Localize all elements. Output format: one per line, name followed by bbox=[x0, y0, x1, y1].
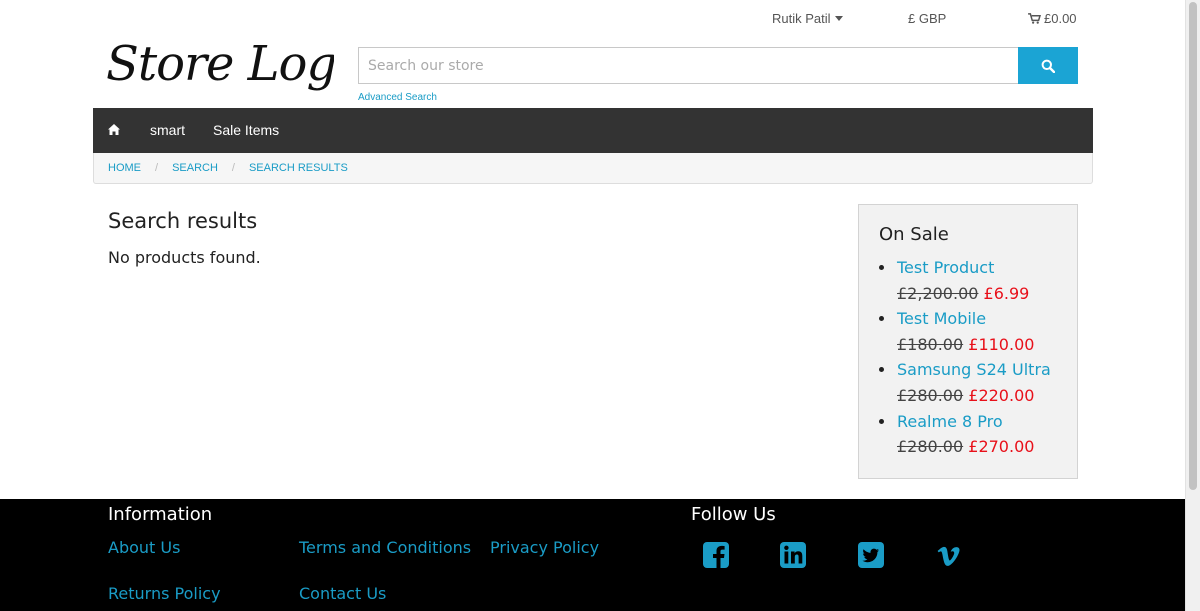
sale-price: £270.00 bbox=[968, 437, 1035, 457]
store-logo-text: Store Logo bbox=[106, 36, 334, 92]
home-icon bbox=[108, 124, 120, 135]
footer-follow-heading: Follow Us bbox=[691, 504, 776, 525]
footer: Information About Us Terms and Condition… bbox=[0, 499, 1185, 611]
cart-total: £0.00 bbox=[1044, 11, 1077, 26]
sale-price: £6.99 bbox=[983, 283, 1030, 303]
footer-link-returns[interactable]: Returns Policy bbox=[108, 584, 221, 603]
sale-product: Test Product £2,200.00 £6.99 bbox=[879, 255, 1074, 306]
on-sale-title: On Sale bbox=[879, 224, 949, 245]
search-button[interactable] bbox=[1018, 47, 1078, 84]
linkedin-link[interactable] bbox=[779, 541, 807, 569]
product-link[interactable]: Samsung S24 Ultra bbox=[897, 357, 1074, 383]
old-price: £180.00 bbox=[897, 334, 964, 354]
user-name: Rutik Patil bbox=[772, 11, 831, 26]
nav-item-sale-items[interactable]: Sale Items bbox=[213, 122, 279, 138]
page: Store Logo Rutik Patil £ GBP £0.00 Advan… bbox=[0, 0, 1185, 611]
currency-label: £ GBP bbox=[908, 11, 947, 26]
currency-selector[interactable]: £ GBP bbox=[908, 11, 946, 26]
sale-product: Samsung S24 Ultra £280.00 £220.00 bbox=[879, 357, 1074, 408]
old-price: £2,200.00 bbox=[897, 283, 979, 303]
cart-link[interactable]: £0.00 bbox=[1028, 11, 1077, 26]
sale-price: £110.00 bbox=[968, 334, 1035, 354]
old-price: £280.00 bbox=[897, 437, 964, 457]
old-price: £280.00 bbox=[897, 385, 964, 405]
on-sale-panel: On Sale Test Product £2,200.00 £6.99 Tes… bbox=[858, 204, 1078, 479]
footer-link-about-us[interactable]: About Us bbox=[108, 538, 180, 557]
footer-link-terms[interactable]: Terms and Conditions bbox=[299, 538, 471, 557]
search-input[interactable] bbox=[358, 47, 1018, 84]
chevron-down-icon bbox=[834, 15, 843, 21]
advanced-search-link[interactable]: Advanced Search bbox=[358, 92, 437, 103]
scrollbar-thumb[interactable] bbox=[1189, 2, 1197, 490]
breadcrumb-search[interactable]: SEARCH bbox=[172, 162, 218, 174]
twitter-icon bbox=[858, 542, 884, 568]
store-logo[interactable]: Store Logo bbox=[104, 14, 365, 104]
vimeo-icon bbox=[937, 546, 960, 566]
facebook-icon bbox=[703, 542, 729, 568]
product-link[interactable]: Realme 8 Pro bbox=[897, 409, 1074, 435]
cart-icon bbox=[1028, 13, 1041, 24]
sale-price: £220.00 bbox=[968, 385, 1035, 405]
product-link[interactable]: Test Product bbox=[897, 255, 1074, 281]
sale-product: Realme 8 Pro £280.00 £270.00 bbox=[879, 409, 1074, 460]
vimeo-link[interactable] bbox=[934, 541, 962, 569]
on-sale-list: Test Product £2,200.00 £6.99 Test Mobile… bbox=[879, 255, 1074, 460]
product-link[interactable]: Test Mobile bbox=[897, 306, 1074, 332]
sale-product: Test Mobile £180.00 £110.00 bbox=[879, 306, 1074, 357]
breadcrumb-search-results[interactable]: SEARCH RESULTS bbox=[249, 162, 348, 174]
main-nav: smart Sale Items bbox=[93, 108, 1093, 153]
twitter-link[interactable] bbox=[857, 541, 885, 569]
footer-link-contact[interactable]: Contact Us bbox=[299, 584, 386, 603]
nav-home[interactable] bbox=[107, 122, 121, 136]
footer-link-privacy[interactable]: Privacy Policy bbox=[490, 538, 599, 557]
breadcrumb: HOME / SEARCH / SEARCH RESULTS bbox=[93, 153, 1093, 184]
user-menu[interactable]: Rutik Patil bbox=[772, 11, 843, 26]
breadcrumb-home[interactable]: HOME bbox=[108, 162, 141, 174]
breadcrumb-separator: / bbox=[155, 162, 159, 174]
footer-info-heading: Information bbox=[108, 504, 213, 525]
scrollbar[interactable] bbox=[1185, 0, 1200, 611]
page-title: Search results bbox=[108, 209, 258, 233]
linkedin-icon bbox=[780, 542, 806, 568]
search-icon bbox=[1041, 59, 1055, 73]
breadcrumb-separator: / bbox=[231, 162, 235, 174]
nav-item-smart[interactable]: smart bbox=[150, 122, 185, 138]
facebook-link[interactable] bbox=[702, 541, 730, 569]
no-results-message: No products found. bbox=[108, 248, 261, 267]
